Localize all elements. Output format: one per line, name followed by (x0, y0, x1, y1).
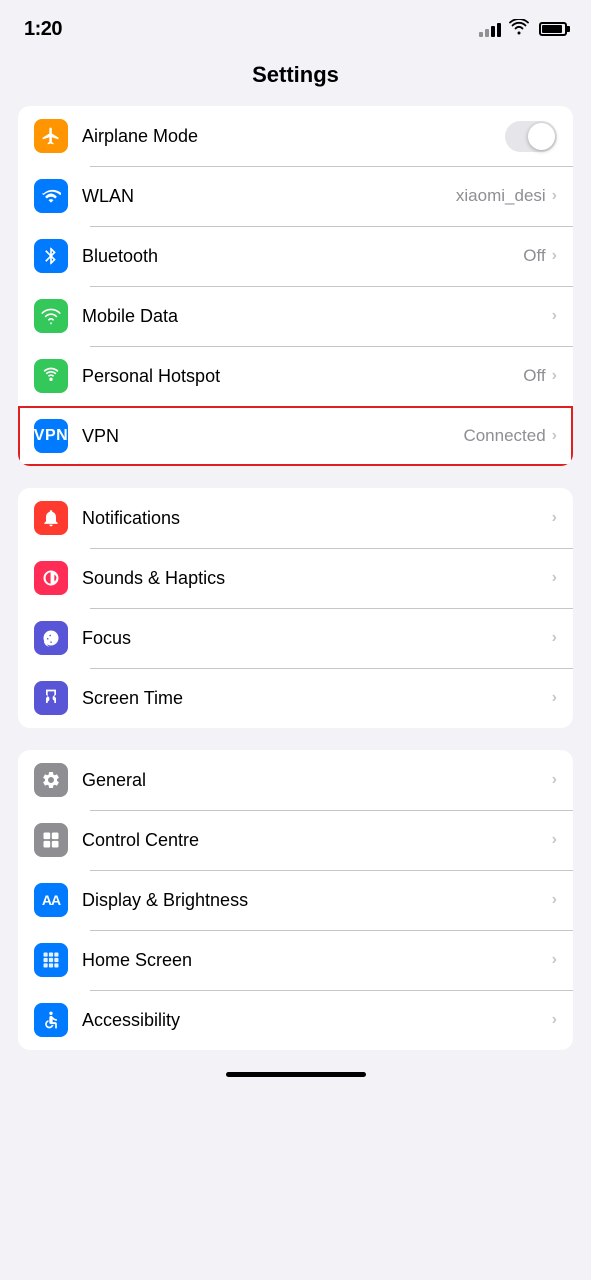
general-chevron: › (552, 771, 557, 789)
general-row[interactable]: General › (18, 750, 573, 810)
personal-hotspot-value: Off (523, 366, 545, 386)
control-centre-label: Control Centre (82, 830, 552, 851)
page-title: Settings (0, 52, 591, 106)
accessibility-label: Accessibility (82, 1010, 552, 1031)
focus-icon (34, 621, 68, 655)
vpn-icon: VPN (34, 419, 68, 453)
airplane-mode-row[interactable]: Airplane Mode (18, 106, 573, 166)
bluetooth-row[interactable]: Bluetooth Off › (18, 226, 573, 286)
connectivity-section: Airplane Mode WLAN xiaomi_desi › Bluetoo… (18, 106, 573, 466)
display-brightness-icon: AA (34, 883, 68, 917)
personal-hotspot-icon (34, 359, 68, 393)
sounds-haptics-icon (34, 561, 68, 595)
battery-icon (539, 22, 567, 36)
home-screen-icon (34, 943, 68, 977)
notifications-row[interactable]: Notifications › (18, 488, 573, 548)
home-screen-row[interactable]: Home Screen › (18, 930, 573, 990)
display-brightness-label: Display & Brightness (82, 890, 552, 911)
wlan-row[interactable]: WLAN xiaomi_desi › (18, 166, 573, 226)
wlan-value: xiaomi_desi (456, 186, 546, 206)
vpn-label: VPN (82, 426, 463, 447)
general-section: General › Control Centre › AA Display & … (18, 750, 573, 1050)
wifi-icon (509, 19, 529, 40)
personal-hotspot-chevron: › (552, 367, 557, 385)
screen-time-row[interactable]: Screen Time › (18, 668, 573, 728)
accessibility-icon (34, 1003, 68, 1037)
sounds-haptics-chevron: › (552, 569, 557, 587)
status-icons (479, 19, 567, 40)
personal-hotspot-row[interactable]: Personal Hotspot Off › (18, 346, 573, 406)
focus-row[interactable]: Focus › (18, 608, 573, 668)
status-bar: 1:20 (0, 0, 591, 52)
mobile-data-chevron: › (552, 307, 557, 325)
display-brightness-row[interactable]: AA Display & Brightness › (18, 870, 573, 930)
wlan-icon (34, 179, 68, 213)
bluetooth-icon (34, 239, 68, 273)
screen-time-icon (34, 681, 68, 715)
general-label: General (82, 770, 552, 791)
display-brightness-chevron: › (552, 891, 557, 909)
bluetooth-value: Off (523, 246, 545, 266)
mobile-data-row[interactable]: Mobile Data › (18, 286, 573, 346)
focus-chevron: › (552, 629, 557, 647)
control-centre-chevron: › (552, 831, 557, 849)
airplane-mode-label: Airplane Mode (82, 126, 505, 147)
vpn-value: Connected (463, 426, 545, 446)
notifications-section: Notifications › Sounds & Haptics › Focus… (18, 488, 573, 728)
home-screen-label: Home Screen (82, 950, 552, 971)
signal-icon (479, 21, 501, 37)
airplane-mode-toggle[interactable] (505, 121, 557, 152)
accessibility-row[interactable]: Accessibility › (18, 990, 573, 1050)
vpn-chevron: › (552, 427, 557, 445)
bluetooth-label: Bluetooth (82, 246, 523, 267)
notifications-icon (34, 501, 68, 535)
mobile-data-icon (34, 299, 68, 333)
screen-time-chevron: › (552, 689, 557, 707)
screen-time-label: Screen Time (82, 688, 552, 709)
general-icon (34, 763, 68, 797)
vpn-row[interactable]: VPN VPN Connected › (18, 406, 573, 466)
airplane-mode-icon (34, 119, 68, 153)
wlan-chevron: › (552, 187, 557, 205)
vpn-text-label: VPN (34, 427, 68, 445)
notifications-chevron: › (552, 509, 557, 527)
accessibility-chevron: › (552, 1011, 557, 1029)
home-indicator (226, 1072, 366, 1077)
control-centre-icon (34, 823, 68, 857)
focus-label: Focus (82, 628, 552, 649)
sounds-haptics-label: Sounds & Haptics (82, 568, 552, 589)
sounds-haptics-row[interactable]: Sounds & Haptics › (18, 548, 573, 608)
control-centre-row[interactable]: Control Centre › (18, 810, 573, 870)
wlan-label: WLAN (82, 186, 456, 207)
home-screen-chevron: › (552, 951, 557, 969)
personal-hotspot-label: Personal Hotspot (82, 366, 523, 387)
mobile-data-label: Mobile Data (82, 306, 552, 327)
status-time: 1:20 (24, 18, 62, 41)
notifications-label: Notifications (82, 508, 552, 529)
bluetooth-chevron: › (552, 247, 557, 265)
